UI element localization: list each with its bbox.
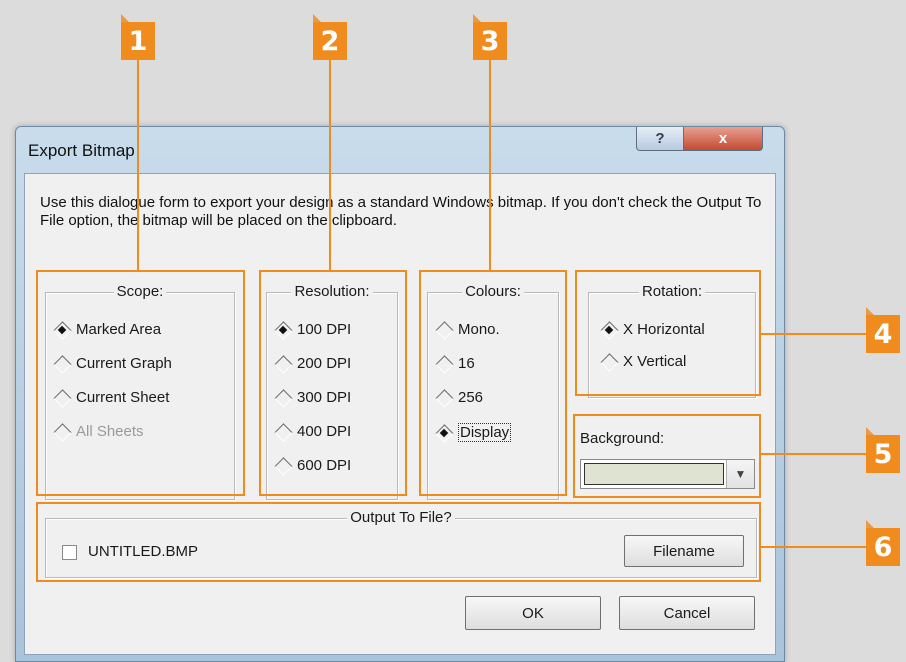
scope-option-marked-area[interactable]: Marked Area [54,321,161,338]
resolution-group: Resolution: 100 DPI 200 DPI 300 DPI 400 … [266,283,398,500]
callout-line-1 [137,60,139,270]
callout-line-6 [760,546,866,548]
background-color-swatch [584,463,724,485]
option-label: 256 [458,389,484,406]
resolution-option-600[interactable]: 600 DPI [275,457,351,474]
chevron-down-icon[interactable]: ▼ [726,460,754,488]
radio-icon [54,390,70,406]
colours-option-mono[interactable]: Mono. [436,321,500,338]
callout-line-5 [760,453,866,455]
callout-badge-3: 3 [473,14,507,60]
export-bitmap-dialog: Export Bitmap ? x Use this dialogue form… [15,126,785,662]
cancel-button[interactable]: Cancel [619,596,755,630]
radio-icon [275,458,291,474]
output-legend: Output To File? [46,509,756,526]
radio-icon [54,424,70,440]
resolution-option-300[interactable]: 300 DPI [275,389,351,406]
radio-icon [54,356,70,372]
callout-badge-4: 4 [866,307,900,353]
option-label: Current Graph [76,355,172,372]
radio-icon [275,390,291,406]
option-label: 300 DPI [297,389,352,406]
rotation-legend: Rotation: [589,283,755,300]
option-label: Display [458,423,512,442]
callout-badge-5: 5 [866,427,900,473]
radio-selected-icon [275,322,291,338]
scope-option-all-sheets: All Sheets [54,423,144,440]
background-color-select[interactable]: ▼ [580,459,755,489]
description-text: Use this dialogue form to export your de… [40,194,762,229]
resolution-option-200[interactable]: 200 DPI [275,355,351,372]
option-label: 16 [458,355,475,372]
radio-selected-icon [54,322,70,338]
output-file-name: UNTITLED.BMP [88,543,199,560]
resolution-option-400[interactable]: 400 DPI [275,423,351,440]
title-bar[interactable]: Export Bitmap ? x [16,127,784,173]
resolution-option-100[interactable]: 100 DPI [275,321,351,338]
colours-option-display[interactable]: Display [436,423,512,442]
ok-button[interactable]: OK [465,596,601,630]
option-label: Marked Area [76,321,162,338]
option-label: 100 DPI [297,321,352,338]
radio-selected-icon [436,425,452,441]
scope-legend: Scope: [46,283,234,300]
colours-legend: Colours: [428,283,558,300]
resolution-legend: Resolution: [267,283,397,300]
help-button[interactable]: ? [636,127,684,151]
option-label: 600 DPI [297,457,352,474]
option-label: 400 DPI [297,423,352,440]
callout-line-4 [760,333,866,335]
callout-line-2 [329,60,331,270]
rotation-option-horizontal[interactable]: X Horizontal [601,321,705,338]
background-label: Background: [580,430,665,447]
option-label: Current Sheet [76,389,170,406]
colours-group: Colours: Mono. 16 256 Display [427,283,559,500]
radio-selected-icon [601,322,617,338]
radio-icon [275,424,291,440]
output-to-file-checkbox[interactable] [62,545,77,560]
scope-option-current-sheet[interactable]: Current Sheet [54,389,169,406]
output-to-file-group: Output To File? UNTITLED.BMP Filename [45,509,757,578]
callout-line-3 [489,60,491,270]
callout-badge-6: 6 [866,520,900,566]
option-label: X Vertical [623,353,687,370]
rotation-option-vertical[interactable]: X Vertical [601,353,686,370]
callout-badge-2: 2 [313,14,347,60]
filename-button[interactable]: Filename [624,535,744,567]
option-label: 200 DPI [297,355,352,372]
option-label: X Horizontal [623,321,705,338]
radio-icon [436,356,452,372]
option-label: All Sheets [76,423,144,440]
radio-icon [436,390,452,406]
window-title: Export Bitmap [28,141,135,160]
close-button[interactable]: x [683,127,763,151]
callout-badge-1: 1 [121,14,155,60]
option-label: Mono. [458,321,500,338]
radio-icon [436,322,452,338]
colours-option-256[interactable]: 256 [436,389,483,406]
radio-icon [601,354,617,370]
scope-group: Scope: Marked Area Current Graph Current… [45,283,235,500]
colours-option-16[interactable]: 16 [436,355,475,372]
scope-option-current-graph[interactable]: Current Graph [54,355,172,372]
rotation-group: Rotation: X Horizontal X Vertical [588,283,756,398]
radio-icon [275,356,291,372]
